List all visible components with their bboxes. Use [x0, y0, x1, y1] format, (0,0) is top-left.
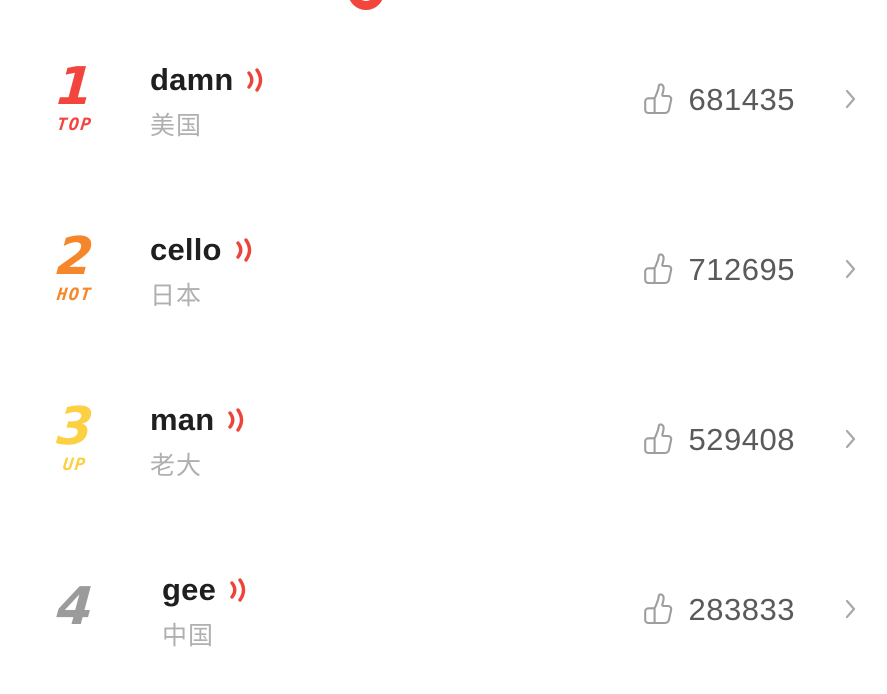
item-info: man 老大	[150, 400, 640, 479]
like-group[interactable]: 283833	[640, 591, 795, 627]
thumbs-up-icon[interactable]	[640, 251, 676, 287]
item-subtitle: 美国	[150, 111, 203, 140]
item-title-line: damn	[150, 60, 640, 100]
item-title-line: gee	[162, 570, 640, 610]
rank-number: 2	[55, 226, 95, 287]
table-row[interactable]: 4 gee 中国 283833	[0, 524, 887, 694]
thumbs-up-icon[interactable]	[640, 591, 676, 627]
table-row[interactable]: 1 TOP damn 美国 681435	[0, 14, 887, 184]
ranking-screen: 1 TOP damn 美国 681435 2 HOT cello 日本 712695 3 UP man 老…	[0, 0, 887, 667]
rank-tag: HOT	[56, 285, 94, 306]
item-title: man	[150, 402, 215, 437]
table-row[interactable]: 2 HOT cello 日本 712695	[0, 184, 887, 354]
partial-logo-clip	[0, 0, 887, 14]
item-subtitle: 中国	[162, 621, 215, 650]
item-title: damn	[150, 62, 234, 97]
like-count: 283833	[688, 591, 795, 627]
item-info: cello 日本	[150, 230, 640, 309]
sound-wave-icon[interactable]	[225, 576, 249, 604]
table-row[interactable]: 3 UP man 老大 529408	[0, 354, 887, 524]
rank-badge: 3 UP	[0, 396, 150, 476]
chevron-right-icon[interactable]	[843, 85, 859, 113]
thumbs-up-icon[interactable]	[640, 421, 676, 457]
item-subtitle: 日本	[150, 281, 203, 310]
rank-number: 4	[55, 576, 95, 637]
sound-wave-icon[interactable]	[223, 406, 247, 434]
item-title-line: cello	[150, 230, 640, 270]
like-count: 712695	[688, 251, 795, 287]
logo-letter-o-icon	[348, 0, 384, 10]
rank-number: 1	[55, 56, 95, 117]
rank-badge: 1 TOP	[0, 56, 150, 136]
rank-badge: 2 HOT	[0, 226, 150, 306]
item-title-line: man	[150, 400, 640, 440]
like-count: 681435	[688, 81, 795, 117]
rank-tag: TOP	[56, 115, 94, 136]
rank-number: 3	[55, 396, 95, 457]
item-title: cello	[150, 232, 222, 267]
chevron-right-icon[interactable]	[843, 255, 859, 283]
sound-wave-icon[interactable]	[242, 66, 266, 94]
item-info: damn 美国	[150, 60, 640, 139]
rank-tag: UP	[62, 455, 88, 476]
rank-badge: 4	[0, 576, 150, 637]
item-info: gee 中国	[150, 570, 640, 649]
thumbs-up-icon[interactable]	[640, 81, 676, 117]
like-count: 529408	[688, 421, 795, 457]
chevron-right-icon[interactable]	[843, 425, 859, 453]
item-subtitle: 老大	[150, 451, 203, 480]
item-title: gee	[162, 572, 217, 607]
sound-wave-icon[interactable]	[231, 236, 255, 264]
chevron-right-icon[interactable]	[843, 595, 859, 623]
like-group[interactable]: 681435	[640, 81, 795, 117]
like-group[interactable]: 529408	[640, 421, 795, 457]
like-group[interactable]: 712695	[640, 251, 795, 287]
ranking-list: 1 TOP damn 美国 681435 2 HOT cello 日本 712695 3 UP man 老…	[0, 14, 887, 694]
